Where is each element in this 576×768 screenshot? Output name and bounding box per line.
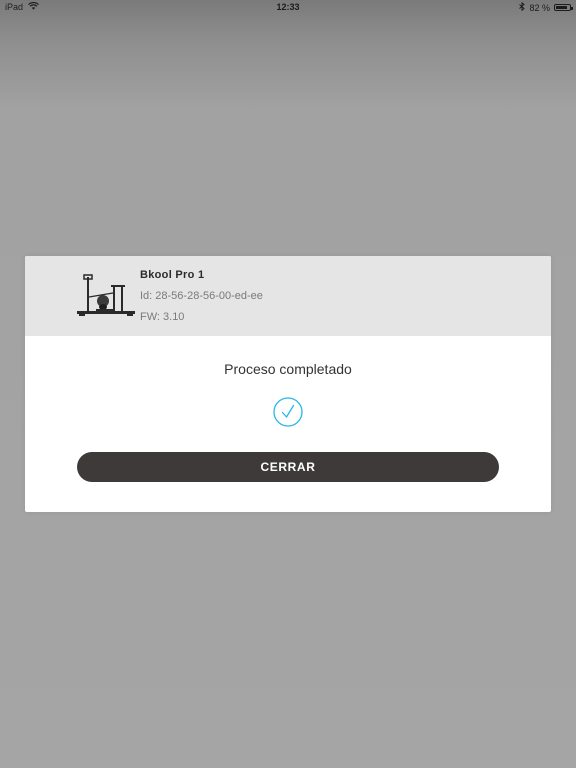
firmware-update-dialog: Bkool Pro 1 Id: 28-56-28-56-00-ed-ee FW:… [25,256,551,512]
screen: iPad 12:33 82 % Bkool Pro 1 Id: 28-56-28… [0,0,576,768]
device-firmware: FW: 3.10 [140,311,185,323]
process-message: Proceso completado [224,361,352,377]
check-circle-icon [273,397,303,427]
bluetooth-icon [519,1,526,13]
status-right: 82 % [519,1,573,13]
status-time: 12:33 [276,2,300,12]
status-bar: iPad 12:33 82 % [0,0,576,16]
battery-fill [556,6,567,9]
battery-tip [571,6,573,10]
device-id: Id: 28-56-28-56-00-ed-ee [140,290,263,302]
device-name: Bkool Pro 1 [140,269,205,281]
close-button[interactable]: CERRAR [77,452,499,482]
battery-percent: 82 % [529,2,550,13]
device-info-header: Bkool Pro 1 Id: 28-56-28-56-00-ed-ee FW:… [25,256,551,336]
bike-trainer-image [75,269,137,319]
battery-icon [554,4,573,11]
